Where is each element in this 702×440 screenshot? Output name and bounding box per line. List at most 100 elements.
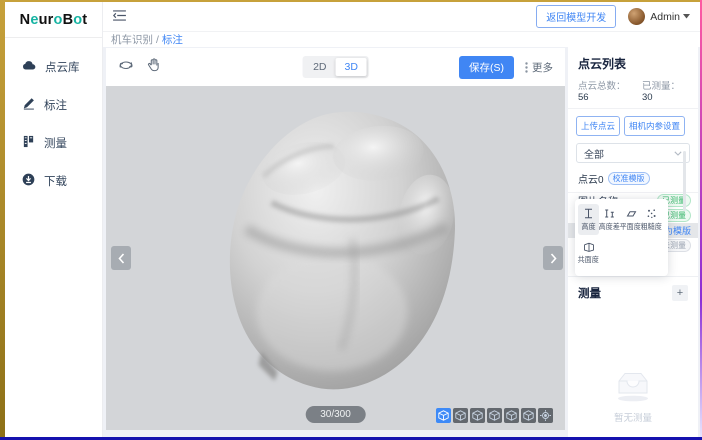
coplanarity-tool-icon: [583, 241, 595, 252]
tool-coplanarity[interactable]: 共面度: [578, 237, 599, 268]
mode-2d-button[interactable]: 2D: [304, 58, 335, 76]
tool-flatness[interactable]: 平面度: [620, 204, 641, 235]
vertical-dots-icon: [525, 62, 528, 73]
logo-part: B: [63, 12, 74, 28]
user-menu[interactable]: Admin: [650, 11, 690, 23]
tool-height-difference[interactable]: 高度差: [599, 204, 620, 235]
sidebar-item-download[interactable]: 下载: [5, 162, 102, 200]
measured-value: 30: [642, 92, 653, 103]
viewer-toolbar: 2D 3D 保存(S) 更多: [106, 48, 565, 86]
pointcloud-canvas[interactable]: 30/300: [106, 86, 565, 430]
panel-scrollbar[interactable]: [683, 151, 686, 211]
camera-intrinsics-button[interactable]: 相机内参设置: [624, 116, 685, 136]
logo-part: N: [20, 12, 31, 28]
upload-pointcloud-button[interactable]: 上传点云: [576, 116, 620, 136]
panel-actions: 上传点云 相机内参设置: [568, 109, 698, 140]
panel-title: 点云列表: [578, 55, 688, 72]
measured-label: 已测量：: [642, 81, 680, 92]
app-logo: NeuroBot: [5, 2, 102, 38]
sidebar-item-label: 下载: [44, 173, 67, 189]
sidebar-item-label: 测量: [44, 135, 67, 151]
height-tool-icon: [583, 208, 594, 219]
view-cube-button-2[interactable]: [453, 408, 468, 423]
breadcrumb: 机车识别 / 标注: [103, 32, 700, 47]
tool-label: 高度差: [599, 221, 620, 231]
pointcloud-list-panel: 点云列表 点云总数：56 已测量：30 上传点云 相机内参设置 全部 点云0 校…: [568, 47, 698, 437]
collapse-menu-icon[interactable]: [113, 8, 126, 26]
save-button[interactable]: 保存(S): [459, 56, 514, 79]
dimension-toggle: 2D 3D: [302, 56, 369, 78]
pen-icon: [22, 97, 35, 113]
rotate-3d-icon[interactable]: [118, 58, 134, 77]
sidebar-menu: 点云库 标注 测量 下载: [5, 38, 102, 200]
breadcrumb-current: 标注: [162, 32, 183, 47]
cube-icon: [455, 410, 466, 421]
total-value: 56: [578, 92, 589, 103]
view-cube-button-4[interactable]: [487, 408, 502, 423]
empty-state: 暂无测量: [568, 370, 698, 424]
sidebar: NeuroBot 点云库 标注 测量 下载: [5, 2, 103, 437]
breadcrumb-separator: /: [156, 34, 159, 46]
pan-hand-icon[interactable]: [147, 58, 160, 77]
chevron-down-icon: [683, 14, 690, 19]
add-measurement-button[interactable]: +: [672, 285, 688, 301]
chevron-left-icon: [118, 253, 125, 264]
logo-part: o: [54, 12, 63, 28]
chevron-right-icon: [550, 253, 557, 264]
avatar[interactable]: [628, 8, 645, 25]
top-bar: 返回模型开发 Admin: [103, 2, 700, 32]
image-counter: 30/300: [305, 406, 366, 423]
sidebar-item-pointcloud-library[interactable]: 点云库: [5, 48, 102, 86]
reset-view-button[interactable]: [538, 408, 553, 423]
view-cube-button-5[interactable]: [504, 408, 519, 423]
viewer-tools-right: 保存(S) 更多: [459, 56, 553, 79]
app-window: NeuroBot 点云库 标注 测量 下载 返回模型开发: [0, 0, 702, 440]
filter-value: 全部: [584, 146, 604, 161]
sidebar-item-measure[interactable]: 测量: [5, 124, 102, 162]
logo-part: o: [73, 12, 82, 28]
view-cube-button-3[interactable]: [470, 408, 485, 423]
roughness-tool-icon: [646, 208, 657, 219]
previous-image-button[interactable]: [111, 246, 131, 270]
view-cube-button-6[interactable]: [521, 408, 536, 423]
sidebar-item-label: 点云库: [45, 59, 80, 75]
cloud-group-row[interactable]: 点云0 校准模版: [568, 170, 698, 193]
cloud-name: 点云0: [578, 171, 604, 186]
measurement-section-header: 测量 +: [568, 276, 698, 301]
breadcrumb-parent[interactable]: 机车识别: [111, 32, 153, 47]
logo-part: e: [30, 12, 38, 28]
logo-part: t: [82, 12, 87, 28]
sidebar-item-label: 标注: [44, 97, 67, 113]
sidebar-item-annotate[interactable]: 标注: [5, 86, 102, 124]
target-icon: [540, 410, 551, 421]
cube-icon: [489, 410, 500, 421]
filter-select[interactable]: 全部: [576, 143, 690, 163]
measure-tools-popover: 高度 高度差 平面度 粗糙度 共面度: [575, 199, 668, 276]
tool-label: 粗糙度: [641, 221, 662, 231]
logo-part: ur: [39, 12, 54, 28]
window-border-left: [0, 0, 5, 440]
viewer-tools-left: [118, 58, 160, 77]
back-to-model-dev-button[interactable]: 返回模型开发: [536, 5, 616, 28]
tool-roughness[interactable]: 粗糙度: [641, 204, 662, 235]
next-image-button[interactable]: [543, 246, 563, 270]
more-label: 更多: [532, 60, 553, 75]
viewer-card: 2D 3D 保存(S) 更多: [106, 48, 565, 430]
more-button[interactable]: 更多: [525, 60, 553, 75]
template-badge: 校准模版: [608, 172, 650, 185]
window-border-top: [0, 0, 702, 2]
measurement-title: 测量: [578, 285, 601, 301]
cube-icon: [506, 410, 517, 421]
view-cube-button-1[interactable]: [436, 408, 451, 423]
tool-height[interactable]: 高度: [578, 204, 599, 235]
panel-header: 点云列表 点云总数：56 已测量：30: [568, 47, 698, 108]
mode-3d-button[interactable]: 3D: [336, 58, 367, 76]
empty-state-text: 暂无测量: [568, 410, 698, 424]
tool-label: 平面度: [620, 221, 641, 231]
tool-label: 高度: [581, 221, 595, 231]
tooth-3d-model[interactable]: [201, 106, 463, 398]
flatness-tool-icon: [625, 208, 637, 219]
cube-icon: [438, 410, 449, 421]
cloud-icon: [22, 60, 36, 74]
view-orientation-buttons: [436, 408, 553, 423]
